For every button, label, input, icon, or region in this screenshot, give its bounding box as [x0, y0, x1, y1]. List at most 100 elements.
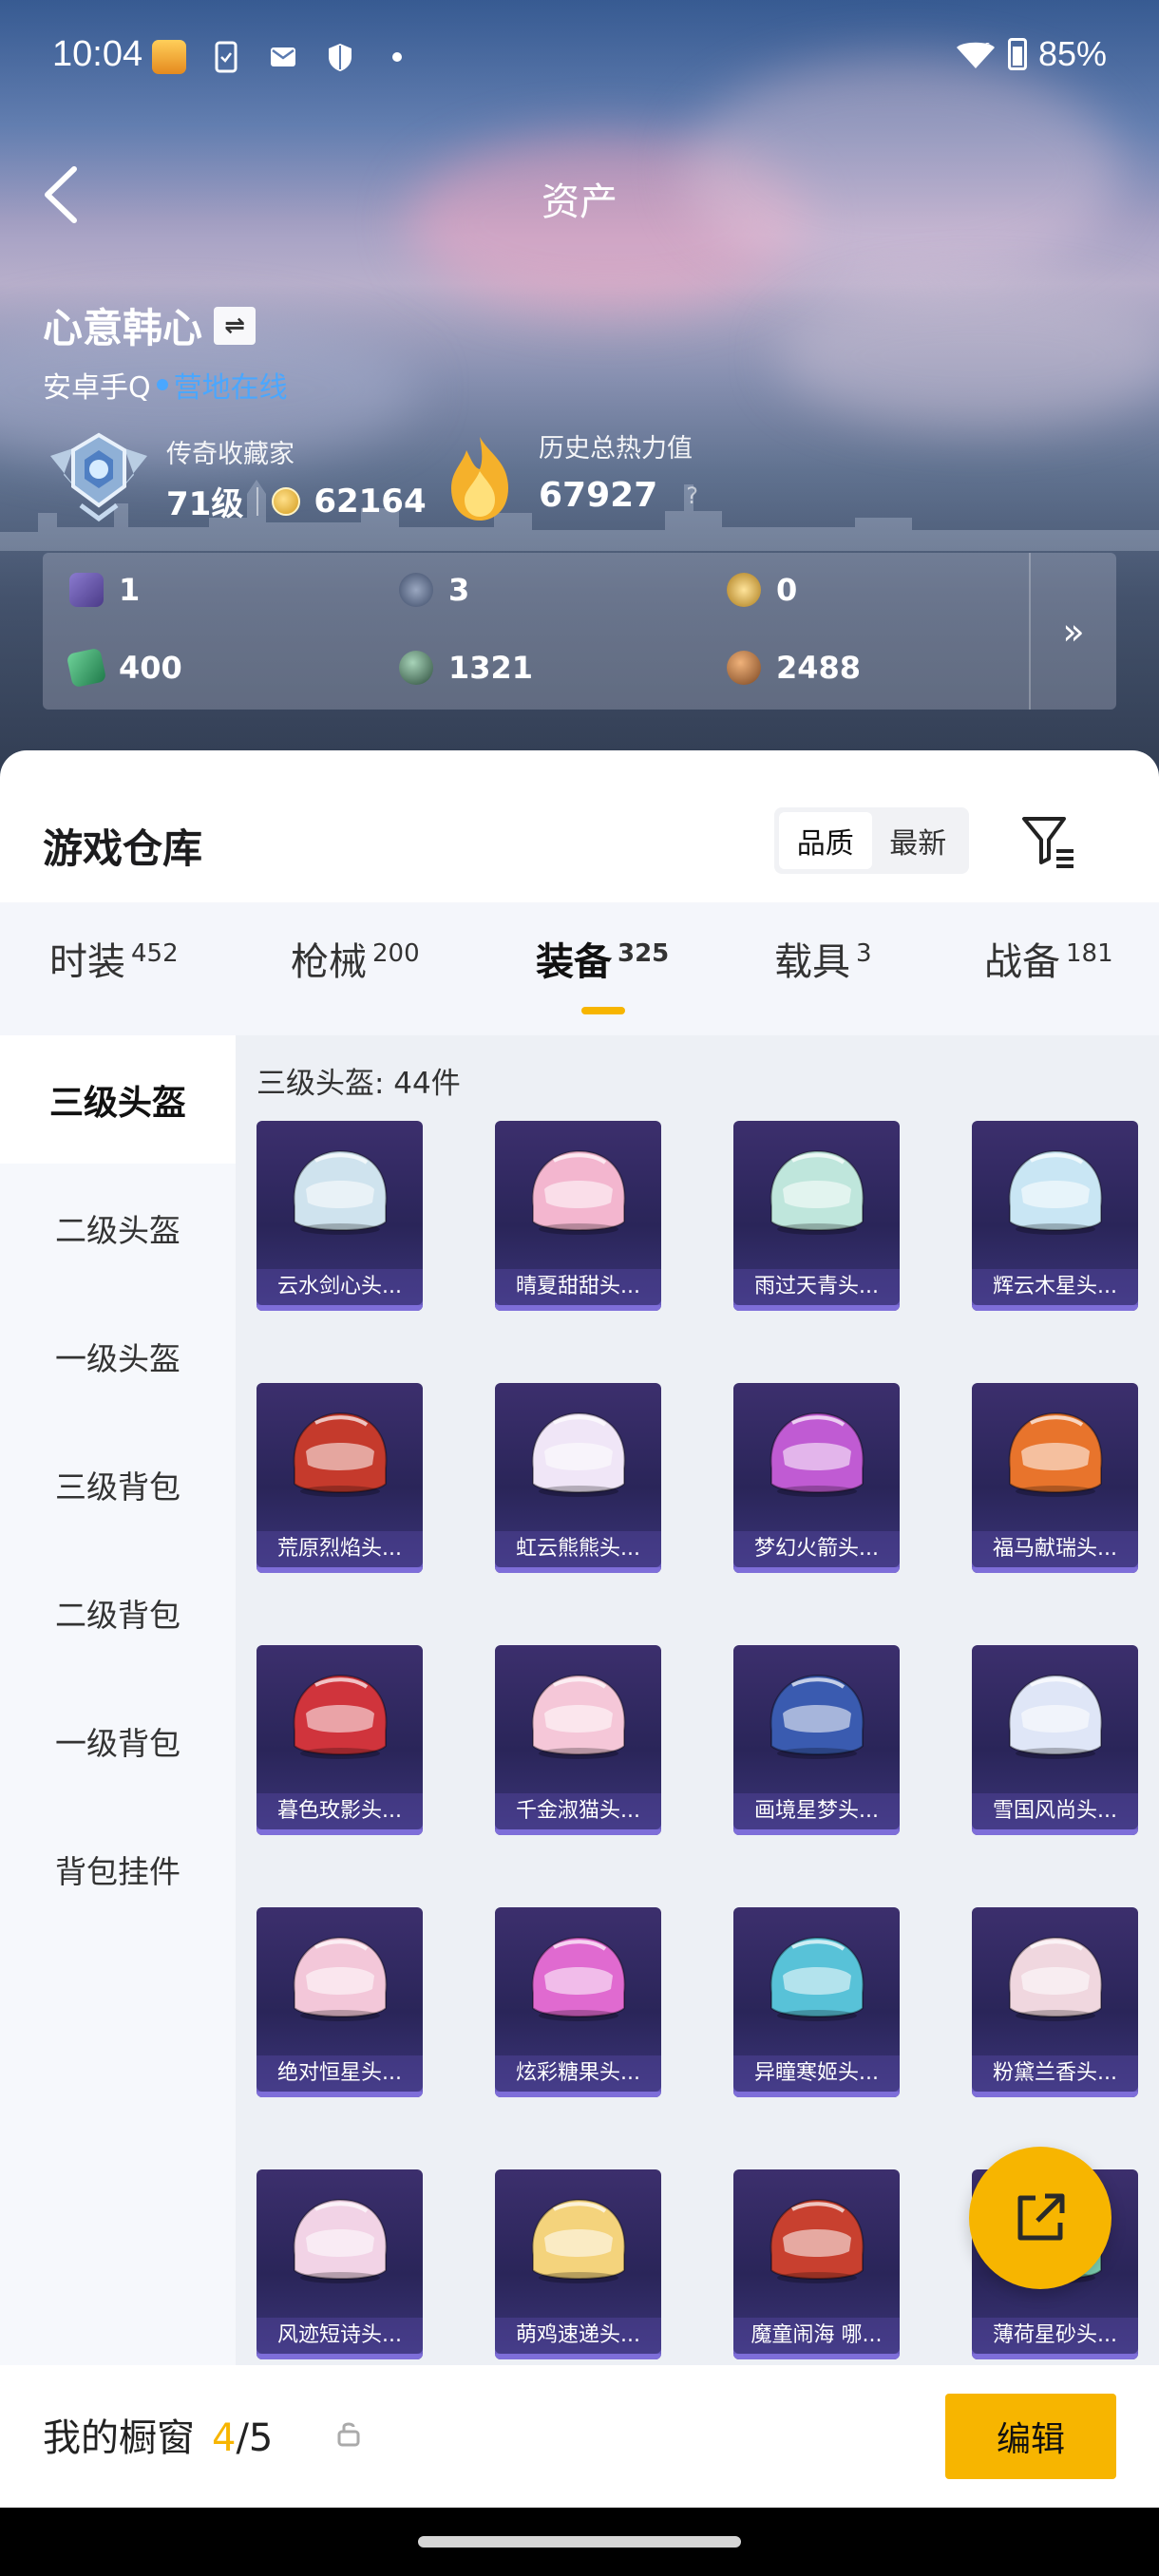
- item-name: 晴夏甜甜头...: [495, 1269, 661, 1305]
- helmet-item-card[interactable]: 辉云木星头...: [972, 1121, 1138, 1311]
- helmet-item-card[interactable]: 虹云熊熊头...: [495, 1383, 661, 1573]
- status-time: 10:04: [52, 34, 143, 74]
- home-indicator[interactable]: [418, 2536, 741, 2548]
- item-name: 炫彩糖果头...: [495, 2055, 661, 2092]
- helmet-icon: [531, 1149, 626, 1235]
- a-coin-icon: [727, 573, 761, 607]
- item-name: 粉黛兰香头...: [972, 2055, 1138, 2092]
- helmet-item-card[interactable]: 雨过天青头...: [733, 1121, 900, 1311]
- shield-icon: [323, 40, 357, 74]
- helmet-icon: [1008, 1411, 1103, 1497]
- helmet-item-card[interactable]: 绝对恒星头...: [256, 1907, 423, 2097]
- filter-icon: [1022, 817, 1074, 868]
- sort-toggle: 品质 最新: [774, 807, 969, 874]
- swap-icon: ⇌: [224, 311, 245, 340]
- item-name: 云水剑心头...: [256, 1269, 423, 1305]
- helmet-item-card[interactable]: 梦幻火箭头...: [733, 1383, 900, 1573]
- double-chevron-right-icon: »: [1062, 610, 1085, 653]
- showcase-total: /5: [236, 2416, 274, 2460]
- helmet-item-card[interactable]: 暮色玫影头...: [256, 1645, 423, 1835]
- helmet-icon: [1008, 1936, 1103, 2021]
- tab-fashion[interactable]: 时装 452: [49, 931, 179, 986]
- orb-icon: [399, 651, 433, 685]
- game-app-icon: [152, 40, 186, 74]
- sidebar-item-level3-helmet[interactable]: 三级头盔: [0, 1035, 236, 1164]
- green-ticket-icon: [66, 647, 107, 689]
- helmet-item-card[interactable]: 荒原烈焰头...: [256, 1383, 423, 1573]
- helmet-item-card[interactable]: 风迹短诗头...: [256, 2169, 423, 2359]
- tab-supplies[interactable]: 战备 181: [984, 931, 1113, 986]
- item-name: 萌鸡速递头...: [495, 2318, 661, 2354]
- helmet-item-card[interactable]: 云水剑心头...: [256, 1121, 423, 1311]
- helmet-icon: [770, 1411, 864, 1497]
- tab-vehicles[interactable]: 载具 3: [774, 931, 872, 986]
- currency-value: 400: [119, 650, 182, 686]
- helmet-item-card[interactable]: 粉黛兰香头...: [972, 1907, 1138, 2097]
- currency-value: 2488: [776, 650, 862, 686]
- card-icon: [69, 573, 104, 607]
- helmet-icon: [1008, 1674, 1103, 1759]
- tab-guns[interactable]: 枪械 200: [291, 931, 420, 986]
- switch-account-button[interactable]: ⇌: [214, 306, 256, 345]
- helmet-icon: [531, 2198, 626, 2283]
- helmet-icon: [531, 1936, 626, 2021]
- battery-level: 85%: [1037, 34, 1107, 73]
- helmet-icon: [531, 1411, 626, 1497]
- item-name: 绝对恒星头...: [256, 2055, 423, 2092]
- helmet-icon: [770, 1936, 864, 2021]
- helmet-item-card[interactable]: 魔童闹海 哪...: [733, 2169, 900, 2359]
- page-title: 资产: [542, 180, 618, 224]
- helmet-item-card[interactable]: 千金淑猫头...: [495, 1645, 661, 1835]
- sidebar-item-level2-helmet[interactable]: 二级头盔: [0, 1164, 236, 1292]
- helmet-item-card[interactable]: 萌鸡速递头...: [495, 2169, 661, 2359]
- currency-panel[interactable]: 1 3 0 400 1321 2488 »: [43, 553, 1116, 710]
- helmet-icon: [293, 1149, 388, 1235]
- helmet-item-card[interactable]: 晴夏甜甜头...: [495, 1121, 661, 1311]
- helmet-icon: [293, 2198, 388, 2283]
- helmet-item-card[interactable]: 画境星梦头...: [733, 1645, 900, 1835]
- item-name: 画境星梦头...: [733, 1793, 900, 1829]
- rank-label: 传奇收藏家: [166, 440, 294, 469]
- sort-quality-button[interactable]: 品质: [779, 812, 872, 869]
- helmet-icon: [770, 2198, 864, 2283]
- helmet-icon: [531, 1674, 626, 1759]
- sidebar-item-level1-backpack[interactable]: 一级背包: [0, 1676, 236, 1805]
- item-name: 雨过天青头...: [733, 1269, 900, 1305]
- item-name: 虹云熊熊头...: [495, 1531, 661, 1567]
- item-name: 辉云木星头...: [972, 1269, 1138, 1305]
- helmet-item-card[interactable]: 福马献瑞头...: [972, 1383, 1138, 1573]
- sort-latest-button[interactable]: 最新: [872, 812, 965, 869]
- subcategory-sidebar: 三级头盔 二级头盔 一级头盔 三级背包 二级背包 一级背包 背包挂件: [0, 1035, 236, 2365]
- currency-item: 3: [399, 572, 469, 608]
- lock-icon: [337, 2422, 360, 2447]
- collection-points: 62164: [314, 482, 427, 521]
- legend-collector-emblem-icon: [50, 432, 147, 522]
- currency-item: 400: [66, 647, 182, 689]
- sidebar-item-level1-helmet[interactable]: 一级头盔: [0, 1292, 236, 1420]
- system-nav-bar: [0, 2508, 1159, 2576]
- currency-item: 1321: [399, 650, 533, 686]
- item-count: 三级头盔: 44件: [256, 1067, 461, 1101]
- edit-button[interactable]: 编辑: [945, 2394, 1116, 2479]
- share-button[interactable]: [969, 2147, 1112, 2289]
- helmet-item-card[interactable]: 异瞳寒姬头...: [733, 1907, 900, 2097]
- sidebar-item-backpack-pendant[interactable]: 背包挂件: [0, 1805, 236, 1933]
- fire-icon: [451, 437, 508, 521]
- top-bar: 资产: [0, 161, 1159, 228]
- item-name: 梦幻火箭头...: [733, 1531, 900, 1567]
- filter-button[interactable]: [1015, 807, 1081, 874]
- helmet-icon: [1008, 1149, 1103, 1235]
- helmet-icon: [293, 1411, 388, 1497]
- sidebar-item-level3-backpack[interactable]: 三级背包: [0, 1420, 236, 1548]
- online-status[interactable]: 营地在线: [174, 364, 288, 406]
- currency-item: 1: [69, 572, 140, 608]
- tab-equipment[interactable]: 装备 325: [536, 931, 669, 986]
- helmet-item-card[interactable]: 雪国风尚头...: [972, 1645, 1138, 1835]
- sidebar-item-level2-backpack[interactable]: 二级背包: [0, 1548, 236, 1676]
- helmet-item-card[interactable]: 炫彩糖果头...: [495, 1907, 661, 2097]
- item-name: 雪国风尚头...: [972, 1793, 1138, 1829]
- help-icon[interactable]: ?: [686, 483, 698, 509]
- warehouse-sheet: 游戏仓库 品质 最新 时装 452 枪械 200 装备 325 载具 3 战备 181 三…: [0, 750, 1159, 2365]
- currency-more-button[interactable]: »: [1029, 553, 1116, 710]
- item-name: 暮色玫影头...: [256, 1793, 423, 1829]
